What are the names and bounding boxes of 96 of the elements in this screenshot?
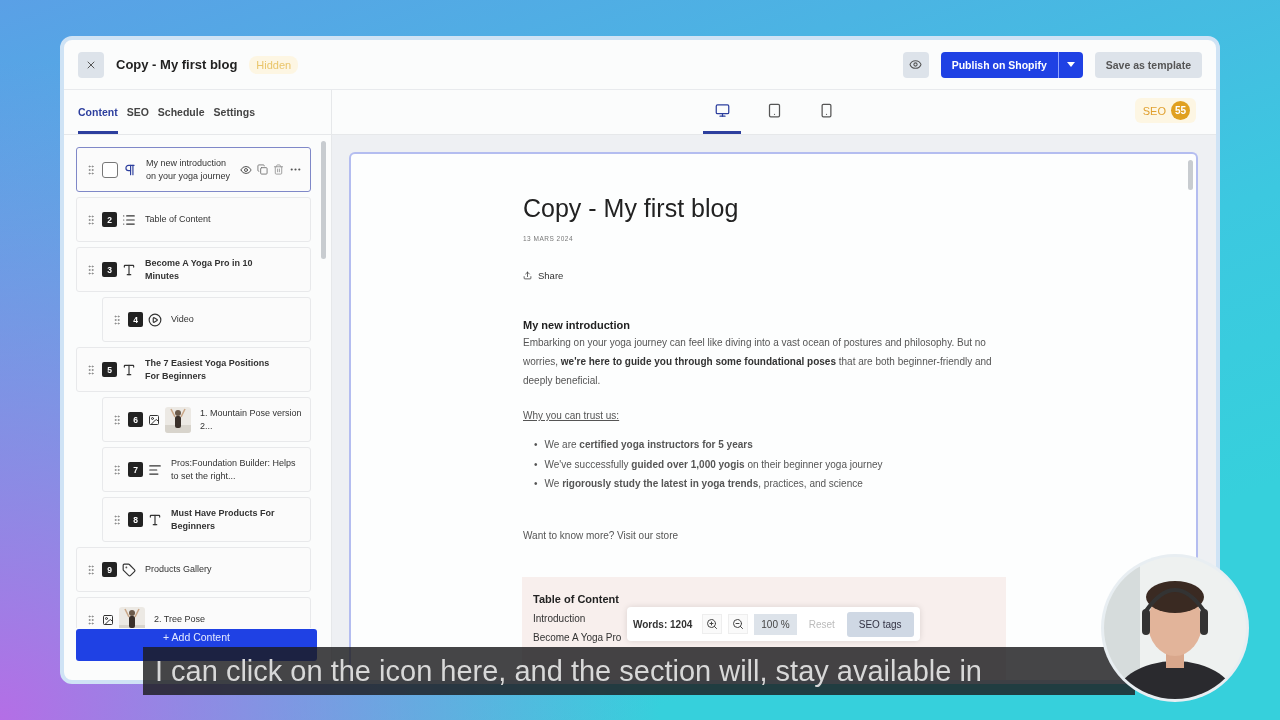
share-icon [523, 271, 532, 280]
content-block[interactable]: 3 Become A Yoga Pro in 10 Minutes [76, 247, 311, 292]
play-icon [148, 312, 162, 327]
publish-menu-button[interactable] [1057, 51, 1083, 78]
tab[interactable]: Settings [213, 90, 255, 134]
block-title: My new introduction on your yoga journey [146, 156, 232, 183]
seo-tags-button[interactable]: SEO tags [846, 611, 914, 637]
article-title: Copy - My first blog [523, 194, 740, 223]
intro-paragraph: Embarking on your yoga journey can feel like diving into a vast ocean of postures and philosophy. But no worries, we're here to guide you through some foundational poses that are both beginner-friendly and deeply beneficial. [523, 336, 993, 388]
scrollbar[interactable] [1188, 160, 1193, 190]
drag-handle-icon[interactable] [111, 413, 123, 426]
drag-handle-icon[interactable] [111, 313, 123, 326]
content-block[interactable]: 7 Pros:Foundation Builder: Helps to set the right... [102, 447, 311, 492]
content-block[interactable]: 8 Must Have Products For Beginners [102, 497, 311, 542]
block-title: Become A Yoga Pro in 10 Minutes [145, 256, 254, 283]
block-title: 2. Tree Pose [154, 613, 207, 626]
block-title: Pros:Foundation Builder: Helps to set the right... [171, 456, 297, 483]
image-icon [102, 613, 114, 626]
content-block[interactable]: 9 Products Gallery [76, 547, 311, 592]
text-icon [122, 262, 136, 277]
block-number: 7 [128, 462, 143, 477]
scrollbar[interactable] [321, 141, 326, 259]
store-text: Want to know more? Visit our store [523, 529, 680, 541]
text-icon [122, 362, 136, 377]
content-block[interactable]: 6 1. Mountain Pose version 2... [102, 397, 311, 442]
bullet-item: We've successfully guided over 1,000 yogis on their beginner yoga journey [544, 457, 883, 472]
trust-link[interactable]: Why you can trust us: [523, 410, 620, 421]
caret-icon [1066, 62, 1075, 67]
drag-handle-icon[interactable] [85, 263, 97, 276]
tag-icon [122, 562, 136, 577]
seo-label: SEO [1142, 104, 1166, 117]
block-title: Must Have Products For Beginners [171, 506, 276, 533]
seo-score: 55 [1171, 101, 1190, 120]
block-number: 3 [102, 262, 117, 277]
word-count: Words: 1204 [633, 618, 693, 630]
bullet-marker: • [534, 438, 538, 452]
publish-button[interactable]: Publish on Shopify [940, 51, 1058, 78]
toc-link[interactable]: Introduction [533, 612, 586, 624]
zoom-out-button[interactable] [728, 614, 749, 634]
image-icon [148, 413, 160, 426]
block-number: 2 [102, 212, 117, 227]
toc-link[interactable]: Become A Yoga Pro [533, 631, 622, 643]
drag-handle-icon[interactable] [85, 363, 97, 376]
content-block[interactable]: 2 Table of Content [76, 197, 311, 242]
bullet-marker: • [534, 457, 538, 472]
tab[interactable]: Content [78, 90, 118, 134]
block-number: 5 [102, 362, 117, 377]
bullet-item: We rigorously study the latest in yoga trends, practices, and science [544, 477, 863, 491]
block-title: 1. Mountain Pose version 2... [200, 406, 302, 433]
content-block[interactable]: 2. Tree Pose [76, 597, 311, 628]
preview-button[interactable] [902, 51, 929, 78]
close-button[interactable] [78, 51, 104, 78]
list-icon [122, 212, 136, 227]
section-heading: My new introduction [523, 319, 631, 331]
zoom-in-icon [706, 618, 719, 630]
pilcrow-icon [123, 162, 137, 177]
phone-icon [818, 103, 834, 118]
window-title: Copy - My first blog [116, 57, 238, 72]
tablet-icon [766, 103, 782, 118]
block-title: Table of Content [145, 213, 212, 226]
trash-icon[interactable] [273, 164, 284, 175]
eye-icon[interactable] [240, 163, 252, 176]
drag-handle-icon[interactable] [111, 513, 123, 526]
duplicate-icon[interactable] [257, 164, 268, 175]
drag-handle-icon[interactable] [85, 163, 97, 176]
block-number: 9 [102, 562, 117, 577]
tab[interactable]: SEO [126, 90, 149, 134]
lines-icon [148, 462, 162, 477]
content-block[interactable]: 4 Video [102, 297, 311, 342]
block-number: 4 [128, 312, 143, 327]
share-link[interactable]: Share [523, 270, 564, 281]
zoom-level: 100 % [754, 613, 797, 635]
drag-handle-icon[interactable] [111, 463, 123, 476]
zoom-out-icon [732, 618, 745, 630]
content-block[interactable]: 5 The 7 Easiest Yoga Positions For Beginners [76, 347, 311, 392]
zoom-in-button[interactable] [702, 614, 723, 634]
drag-handle-icon[interactable] [85, 563, 97, 576]
content-block[interactable]: My new introduction on your yoga journey [76, 147, 311, 192]
desktop-icon [714, 103, 730, 118]
block-title: Products Gallery [145, 563, 213, 576]
drag-handle-icon[interactable] [85, 613, 97, 626]
block-number: 6 [128, 412, 143, 427]
drag-handle-icon[interactable] [85, 213, 97, 226]
tab[interactable]: Schedule [157, 90, 205, 134]
eye-icon [909, 58, 923, 71]
checkbox[interactable] [102, 161, 118, 178]
save-template-button[interactable]: Save as template [1094, 51, 1202, 78]
toc-title: Table of Content [533, 592, 620, 605]
bullet-item: We are certified yoga instructors for 5 years [544, 438, 753, 452]
text-icon [148, 512, 162, 527]
block-title: The 7 Easiest Yoga Positions For Beginners [145, 356, 271, 383]
status-badge: Hidden [249, 55, 299, 74]
subtitle: I can click on the icon here, and the section will, stay available in [143, 647, 1135, 695]
bullet-marker: • [534, 477, 538, 491]
block-number: 8 [128, 512, 143, 527]
block-title: Video [171, 313, 195, 326]
